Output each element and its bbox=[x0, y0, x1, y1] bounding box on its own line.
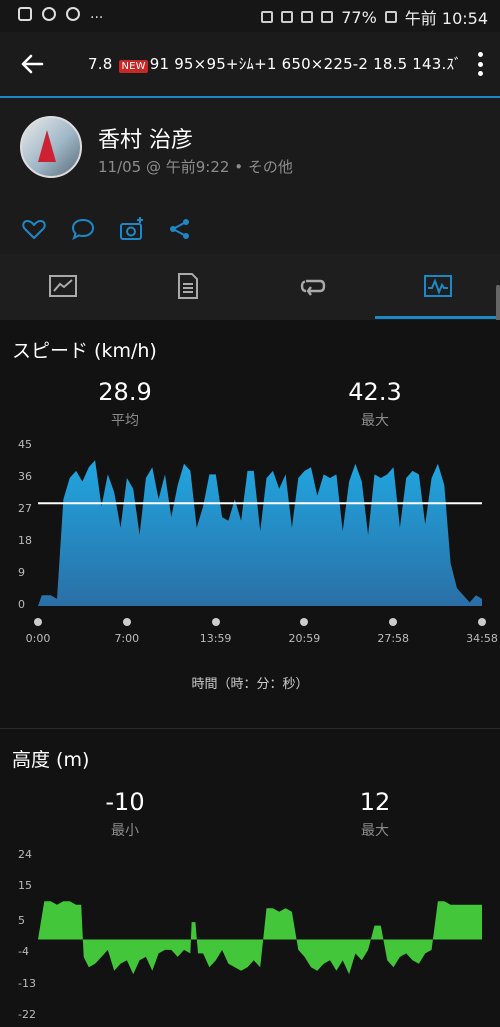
alarm-icon bbox=[281, 11, 294, 23]
activity-title: 7.8 NEW 91 95×95+ｼﾑ+1 650×225-2 18.5 143.… bbox=[88, 53, 462, 74]
chart-icon bbox=[423, 275, 452, 297]
app-bar: 7.8 NEW 91 95×95+ｼﾑ+1 650×225-2 18.5 143.… bbox=[0, 32, 500, 96]
like-heart-icon[interactable] bbox=[21, 216, 47, 242]
gallery-notification-icon bbox=[18, 7, 32, 21]
activity-meta: 11/05 @ 午前9:22 • その他 bbox=[98, 158, 293, 176]
x-tick-dot bbox=[478, 618, 486, 626]
tab-details[interactable] bbox=[125, 254, 250, 318]
new-badge: NEW bbox=[119, 60, 148, 73]
speed-x-tick: 7:00 bbox=[114, 632, 140, 645]
elevation-section: 高度 (m) -10 最小 12 最大 24 15 5 -4 -13 -22 bbox=[0, 729, 500, 1027]
speed-chart[interactable] bbox=[0, 320, 500, 650]
instagram-notification-icon bbox=[66, 7, 80, 21]
tab-charts[interactable] bbox=[375, 254, 500, 318]
tab-overview[interactable] bbox=[0, 254, 125, 318]
status-bar: ... 77% 午前 10:54 bbox=[0, 0, 500, 32]
speed-x-tick: 13:59 bbox=[199, 632, 232, 645]
comment-icon[interactable] bbox=[70, 216, 96, 242]
title-prefix: 7.8 bbox=[88, 55, 113, 73]
tab-laps[interactable] bbox=[250, 254, 375, 318]
speed-x-axis-label: 時間（時：分：秒） bbox=[191, 677, 309, 692]
back-arrow-icon[interactable] bbox=[14, 46, 50, 82]
profile-header: 香村 治彦 11/05 @ 午前9:22 • その他 bbox=[0, 98, 500, 205]
title-suffix: 91 95×95+ｼﾑ+1 650×225-2 18.5 143.ｽﾞ bbox=[149, 55, 462, 73]
overflow-menu-icon[interactable] bbox=[476, 52, 484, 76]
bluetooth-icon bbox=[261, 11, 274, 23]
map-overview-icon bbox=[48, 275, 77, 297]
avatar[interactable] bbox=[20, 116, 82, 178]
elevation-area-series bbox=[38, 901, 482, 975]
battery-percent: 77% bbox=[341, 7, 377, 27]
speed-section: スピード (km/h) 28.9 平均 42.3 最大 45 36 27 18 9 0 0… bbox=[0, 320, 500, 728]
more-notifications-indicator: ... bbox=[90, 6, 104, 22]
laps-loop-icon bbox=[300, 279, 325, 296]
battery-icon bbox=[384, 11, 397, 23]
document-details-icon bbox=[177, 273, 198, 299]
windsurf-sail-image bbox=[38, 130, 56, 162]
tab-bar bbox=[0, 254, 500, 320]
wifi-icon bbox=[301, 11, 314, 23]
x-tick-dot bbox=[211, 618, 220, 626]
sync-notification-icon bbox=[42, 7, 56, 21]
user-name[interactable]: 香村 治彦 bbox=[98, 122, 193, 154]
share-icon[interactable] bbox=[167, 216, 193, 242]
elevation-chart[interactable] bbox=[0, 729, 500, 1027]
signal-icon bbox=[321, 11, 334, 23]
speed-x-tick: 27:58 bbox=[377, 632, 410, 645]
action-bar bbox=[0, 204, 500, 255]
add-photo-icon[interactable] bbox=[119, 216, 145, 242]
speed-area-series bbox=[38, 460, 482, 606]
x-tick-dot bbox=[34, 618, 42, 626]
speed-x-tick: 20:59 bbox=[288, 632, 321, 645]
speed-x-tick: 0:00 bbox=[25, 632, 51, 645]
speed-x-tick: 34:58 bbox=[466, 632, 498, 645]
clock: 午前 10:54 bbox=[404, 9, 488, 28]
active-tab-indicator bbox=[375, 316, 500, 319]
x-tick-dot bbox=[122, 618, 131, 626]
